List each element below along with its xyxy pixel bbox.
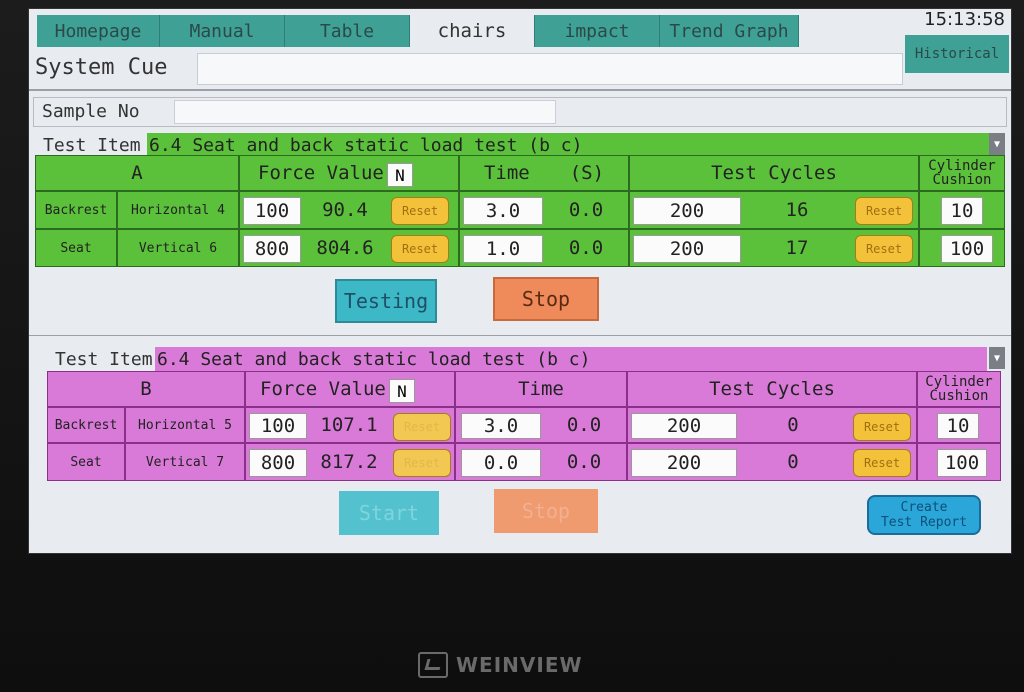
force-actual-value: 107.1: [320, 414, 378, 436]
cycles-actual-value: 0: [787, 414, 799, 436]
row-direction-label: Vertical 6: [117, 229, 239, 267]
force-header: Force Value: [245, 371, 455, 407]
force-actual-value: 804.6: [316, 237, 374, 259]
cycles-reset-button[interactable]: Reset: [855, 235, 913, 263]
test-item-a-select[interactable]: 6.4 Seat and back static load test (b c): [147, 133, 991, 157]
force-header-label: Force Value: [260, 378, 386, 400]
row-direction-label: Horizontal 5: [125, 407, 245, 443]
force-reset-button[interactable]: Reset: [391, 197, 449, 225]
time-header: Time: [455, 371, 627, 407]
stop-button-b[interactable]: Stop: [494, 489, 598, 533]
time-header: Time (S): [459, 155, 629, 191]
cushion-input[interactable]: 10: [941, 197, 983, 225]
system-cue-label: System Cue: [35, 55, 168, 80]
force-reset-button[interactable]: Reset: [391, 235, 449, 263]
time-actual-value: 0.0: [568, 237, 604, 259]
force-set-input[interactable]: 100: [249, 413, 307, 439]
row-part-label: Seat: [35, 229, 117, 267]
cushion-header: Cylinder Cushion: [917, 371, 1001, 407]
historical-button[interactable]: Historical: [905, 35, 1009, 73]
force-actual-value: 90.4: [322, 199, 368, 221]
tab-homepage[interactable]: Homepage: [37, 15, 160, 47]
system-cue-field: [197, 53, 903, 85]
force-unit: N: [387, 163, 413, 187]
cushion-input[interactable]: 100: [937, 449, 987, 477]
test-item-b-select[interactable]: 6.4 Seat and back static load test (b c): [155, 347, 987, 371]
time-set-input[interactable]: 1.0: [463, 235, 543, 263]
cycles-set-input[interactable]: 200: [631, 413, 737, 439]
cycles-actual-value: 0: [787, 451, 799, 473]
force-set-input[interactable]: 100: [243, 197, 301, 225]
cushion-input[interactable]: 100: [941, 235, 993, 263]
tab-manual[interactable]: Manual: [160, 15, 285, 47]
cushion-header-line1: Cylinder: [928, 158, 996, 174]
time-set-input[interactable]: 3.0: [461, 413, 541, 439]
force-header: Force Value: [239, 155, 459, 191]
cycles-set-input[interactable]: 200: [631, 449, 737, 477]
force-set-input[interactable]: 800: [243, 235, 301, 263]
weinview-logo-icon: [418, 652, 448, 678]
cushion-header: Cylinder Cushion: [919, 155, 1005, 191]
hmi-screen: Homepage Manual Table chairs impact Tren…: [28, 8, 1012, 554]
cushion-header-line2: Cushion: [929, 388, 989, 404]
cycles-set-input[interactable]: 200: [633, 197, 741, 225]
cycles-reset-button[interactable]: Reset: [853, 413, 911, 441]
cushion-input[interactable]: 10: [937, 413, 979, 439]
row-direction-label: Vertical 7: [125, 443, 245, 481]
time-actual-value: 0.0: [566, 451, 602, 473]
tab-impact[interactable]: impact: [535, 15, 660, 47]
start-button[interactable]: Start: [339, 491, 439, 535]
testing-button[interactable]: Testing: [335, 279, 437, 323]
panel-a-grid: A Force Value N Time (S) Test Cycles Cyl…: [35, 155, 1005, 267]
brand-logo: WEINVIEW: [418, 650, 583, 680]
cycles-reset-button[interactable]: Reset: [855, 197, 913, 225]
test-item-b-label: Test Item: [55, 349, 153, 370]
cycles-actual-value: 16: [785, 199, 809, 221]
stop-button-a[interactable]: Stop: [493, 277, 599, 321]
section-b-label: B: [47, 371, 245, 407]
chevron-down-icon[interactable]: ▼: [989, 133, 1005, 155]
force-unit: N: [389, 379, 415, 403]
row-part-label: Seat: [47, 443, 125, 481]
cycles-header: Test Cycles: [627, 371, 917, 407]
divider: [29, 89, 1011, 91]
panel-b-grid: B Force Value N Time Test Cycles Cylinde…: [47, 371, 1001, 481]
brand-name: WEINVIEW: [456, 653, 583, 677]
report-label-line1: Create: [900, 500, 948, 515]
row-direction-label: Horizontal 4: [117, 191, 239, 229]
test-item-b-row: Test Item 6.4 Seat and back static load …: [47, 345, 1005, 373]
create-test-report-button[interactable]: Create Test Report: [867, 495, 981, 535]
section-a-label: A: [35, 155, 239, 191]
report-label-line2: Test Report: [880, 515, 968, 530]
tab-trend-graph[interactable]: Trend Graph: [660, 15, 799, 47]
time-actual-value: 0.0: [568, 199, 604, 221]
force-header-label: Force Value: [258, 162, 384, 184]
tab-table[interactable]: Table: [285, 15, 410, 47]
time-unit: (S): [569, 162, 605, 184]
cycles-reset-button[interactable]: Reset: [853, 449, 911, 477]
test-item-a-label: Test Item: [43, 135, 141, 156]
chevron-down-icon[interactable]: ▼: [989, 347, 1005, 369]
cushion-header-line2: Cushion: [932, 172, 992, 188]
cycles-actual-value: 17: [785, 237, 809, 259]
sample-no-row: Sample No: [33, 97, 1007, 127]
sample-no-label: Sample No: [42, 101, 140, 122]
force-set-input[interactable]: 800: [249, 449, 307, 477]
clock: 15:13:58: [924, 9, 1005, 30]
cycles-set-input[interactable]: 200: [633, 235, 741, 263]
time-set-input[interactable]: 0.0: [461, 449, 541, 477]
force-reset-button[interactable]: Reset: [393, 413, 451, 441]
cycles-header: Test Cycles: [629, 155, 919, 191]
time-header-label: Time: [483, 162, 530, 184]
row-part-label: Backrest: [47, 407, 125, 443]
row-part-label: Backrest: [35, 191, 117, 229]
time-set-input[interactable]: 3.0: [463, 197, 543, 225]
force-reset-button[interactable]: Reset: [393, 449, 451, 477]
cushion-header-line1: Cylinder: [925, 374, 993, 390]
sample-no-input[interactable]: [174, 100, 556, 124]
force-actual-value: 817.2: [320, 451, 378, 473]
divider: [29, 335, 1011, 336]
time-actual-value: 0.0: [566, 414, 602, 436]
tab-chairs[interactable]: chairs: [410, 15, 535, 47]
